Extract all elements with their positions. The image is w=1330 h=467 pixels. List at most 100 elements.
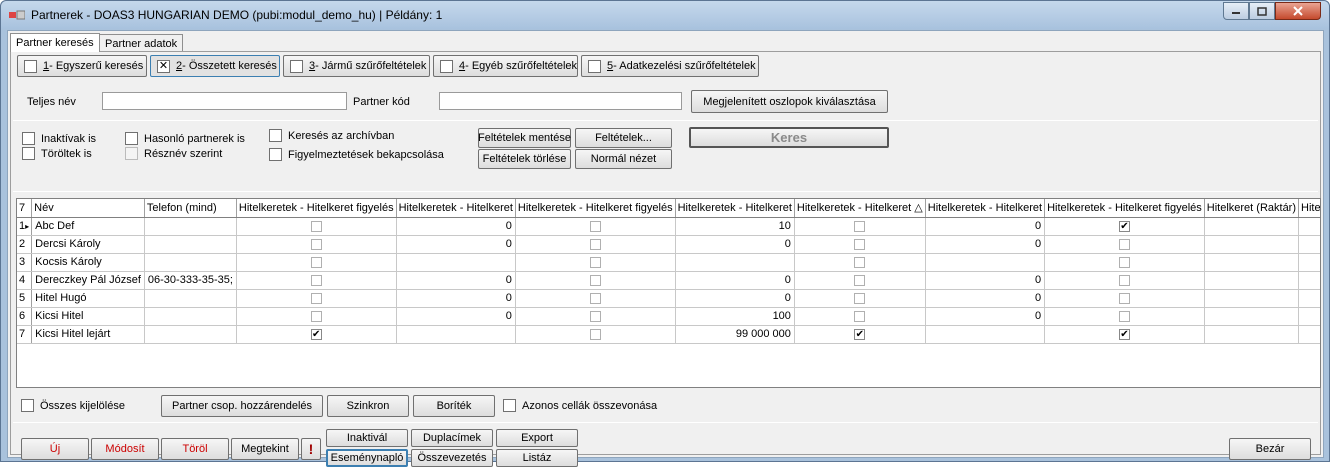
value-cell[interactable]: 0 [675,235,795,254]
close-window-button[interactable]: Bezár [1229,438,1311,460]
phone-cell[interactable] [144,217,237,236]
save-conditions-button[interactable]: Feltételek mentése [478,128,571,148]
column-header[interactable]: Hitelkeretek - Hitelkeret [925,199,1046,218]
search-mode-5-toggle[interactable]: 5 - Adatkezelési szűrőfeltételek [581,55,759,77]
value-cell[interactable] [1204,253,1300,272]
table-row[interactable]: 5 Hitel Hugó 0 0 0 [17,289,1320,308]
checkbox-cell[interactable] [794,271,926,290]
maximize-button[interactable] [1249,2,1275,20]
checkbox-cell[interactable] [1298,289,1320,308]
value-cell[interactable] [396,325,516,344]
column-header[interactable]: Név [31,199,145,218]
tab-partner-details[interactable]: Partner adatok [99,34,184,51]
row-number[interactable]: 1▸ [17,217,33,236]
value-cell[interactable]: 0 [396,289,516,308]
checkbox-cell[interactable] [236,271,397,290]
value-cell[interactable] [1204,235,1300,254]
assign-partner-group-button[interactable]: Partner csop. hozzárendelés [161,395,323,417]
search-mode-1-toggle[interactable]: 1 - Egyszerű keresés [17,55,147,77]
column-header[interactable]: Hitelkeretek - Hitelkeret figyelés [515,199,676,218]
name-cell[interactable]: Kicsi Hitel [31,307,145,326]
select-columns-button[interactable]: Megjelenített oszlopok kiválasztása [691,90,888,113]
column-header[interactable]: Hitelkeret (Raktár) [1204,199,1300,218]
value-cell[interactable] [1204,289,1300,308]
table-row[interactable]: 6 Kicsi Hitel 0 100 0 [17,307,1320,326]
checkbox-cell[interactable] [515,289,676,308]
full-name-input[interactable] [102,92,347,110]
column-header[interactable]: Hitelkeretek - Hitelkeret △ [794,199,926,218]
search-mode-3-toggle[interactable]: 3 - Jármű szűrőfeltételek [283,55,430,77]
checkbox-cell[interactable] [794,307,926,326]
alert-button[interactable]: ! [301,438,321,460]
duplicates-button[interactable]: Duplacímek [411,429,493,447]
value-cell[interactable]: 100 [675,307,795,326]
row-number[interactable]: 4 [17,271,33,290]
partial-name-checkbox[interactable]: Résznév szerint [125,147,222,160]
checkbox-cell[interactable] [794,253,926,272]
archive-search-checkbox[interactable]: Keresés az archívban [269,129,394,142]
checkbox-cell[interactable] [1044,253,1205,272]
column-header[interactable]: Hitelkeretek - Hitelkeret [675,199,795,218]
checkbox-cell[interactable] [794,217,926,236]
name-cell[interactable]: Hitel Hugó [31,289,145,308]
table-row[interactable]: 2 Dercsi Károly 0 0 0 [17,235,1320,254]
value-cell[interactable]: 0 [396,217,516,236]
delete-conditions-button[interactable]: Feltételek törlése [478,149,571,169]
row-number[interactable]: 3 [17,253,33,272]
column-header[interactable]: Telefon (mind) [144,199,237,218]
table-row[interactable]: 3 Kocsis Károly [17,253,1320,272]
column-header[interactable]: Hitelkeretek - Hitelkeret [396,199,516,218]
checkbox-cell[interactable] [515,217,676,236]
value-cell[interactable]: 0 [396,307,516,326]
normal-view-button[interactable]: Normál nézet [575,149,672,169]
value-cell[interactable]: 10 [675,217,795,236]
checkbox-cell[interactable] [794,289,926,308]
partners-grid[interactable]: 7 Név Telefon (mind) Hitelkeretek - Hitelke… [16,198,1321,388]
column-header[interactable]: Hitelkeretek - Hitelkeret figyelés [1044,199,1205,218]
value-cell[interactable] [925,325,1046,344]
value-cell[interactable] [675,253,795,272]
row-number[interactable]: 7 [17,325,33,344]
inactive-checkbox[interactable]: Inaktívak is [22,132,96,145]
table-row[interactable]: 1▸ Abc Def 0 10 0 ✔ [17,217,1320,236]
value-cell[interactable]: 0 [925,307,1046,326]
checkbox-cell[interactable] [515,325,676,344]
column-header[interactable]: Hitelkeretek - Lejárt [1298,199,1320,218]
value-cell[interactable]: 0 [675,271,795,290]
checkbox-cell[interactable] [794,235,926,254]
table-row[interactable]: 7 Kicsi Hitel lejárt ✔ 99 000 000 ✔ ✔ [17,325,1320,344]
row-number[interactable]: 6 [17,307,33,326]
checkbox-cell[interactable] [1298,253,1320,272]
search-mode-4-toggle[interactable]: 4 - Egyéb szűrőfeltételek [433,55,578,77]
column-header[interactable]: Hitelkeretek - Hitelkeret figyelés [236,199,397,218]
conditions-button[interactable]: Feltételek... [575,128,672,148]
value-cell[interactable]: 0 [925,235,1046,254]
checkbox-cell[interactable] [236,253,397,272]
name-cell[interactable]: Abc Def [31,217,145,236]
list-button[interactable]: Listáz [496,449,578,467]
value-cell[interactable]: 0 [396,235,516,254]
checkbox-cell[interactable] [236,235,397,254]
value-cell[interactable] [396,253,516,272]
checkbox-cell[interactable] [1298,235,1320,254]
checkbox-cell[interactable] [515,253,676,272]
search-mode-2-toggle[interactable]: ✕ 2 - Összetett keresés [150,55,280,77]
sync-button[interactable]: Szinkron [327,395,409,417]
name-cell[interactable]: Kicsi Hitel lejárt [31,325,145,344]
title-bar[interactable]: Partnerek - DOAS3 HUNGARIAN DEMO (pubi:m… [1,1,1329,29]
phone-cell[interactable] [144,289,237,308]
checkbox-cell[interactable] [236,307,397,326]
delete-button[interactable]: Töröl [161,438,229,460]
value-cell[interactable]: 0 [675,289,795,308]
value-cell[interactable] [1204,307,1300,326]
checkbox-cell[interactable] [1044,289,1205,308]
view-button[interactable]: Megtekint [231,438,299,460]
select-all-checkbox[interactable]: Összes kijelölése [21,399,125,412]
name-cell[interactable]: Dereczkey Pál József [31,271,145,290]
checkbox-cell[interactable]: ✔ [1044,325,1205,344]
export-button[interactable]: Export [496,429,578,447]
checkbox-cell[interactable] [1044,235,1205,254]
checkbox-cell[interactable] [1044,271,1205,290]
checkbox-cell[interactable] [515,307,676,326]
similar-partners-checkbox[interactable]: Hasonló partnerek is [125,132,245,145]
